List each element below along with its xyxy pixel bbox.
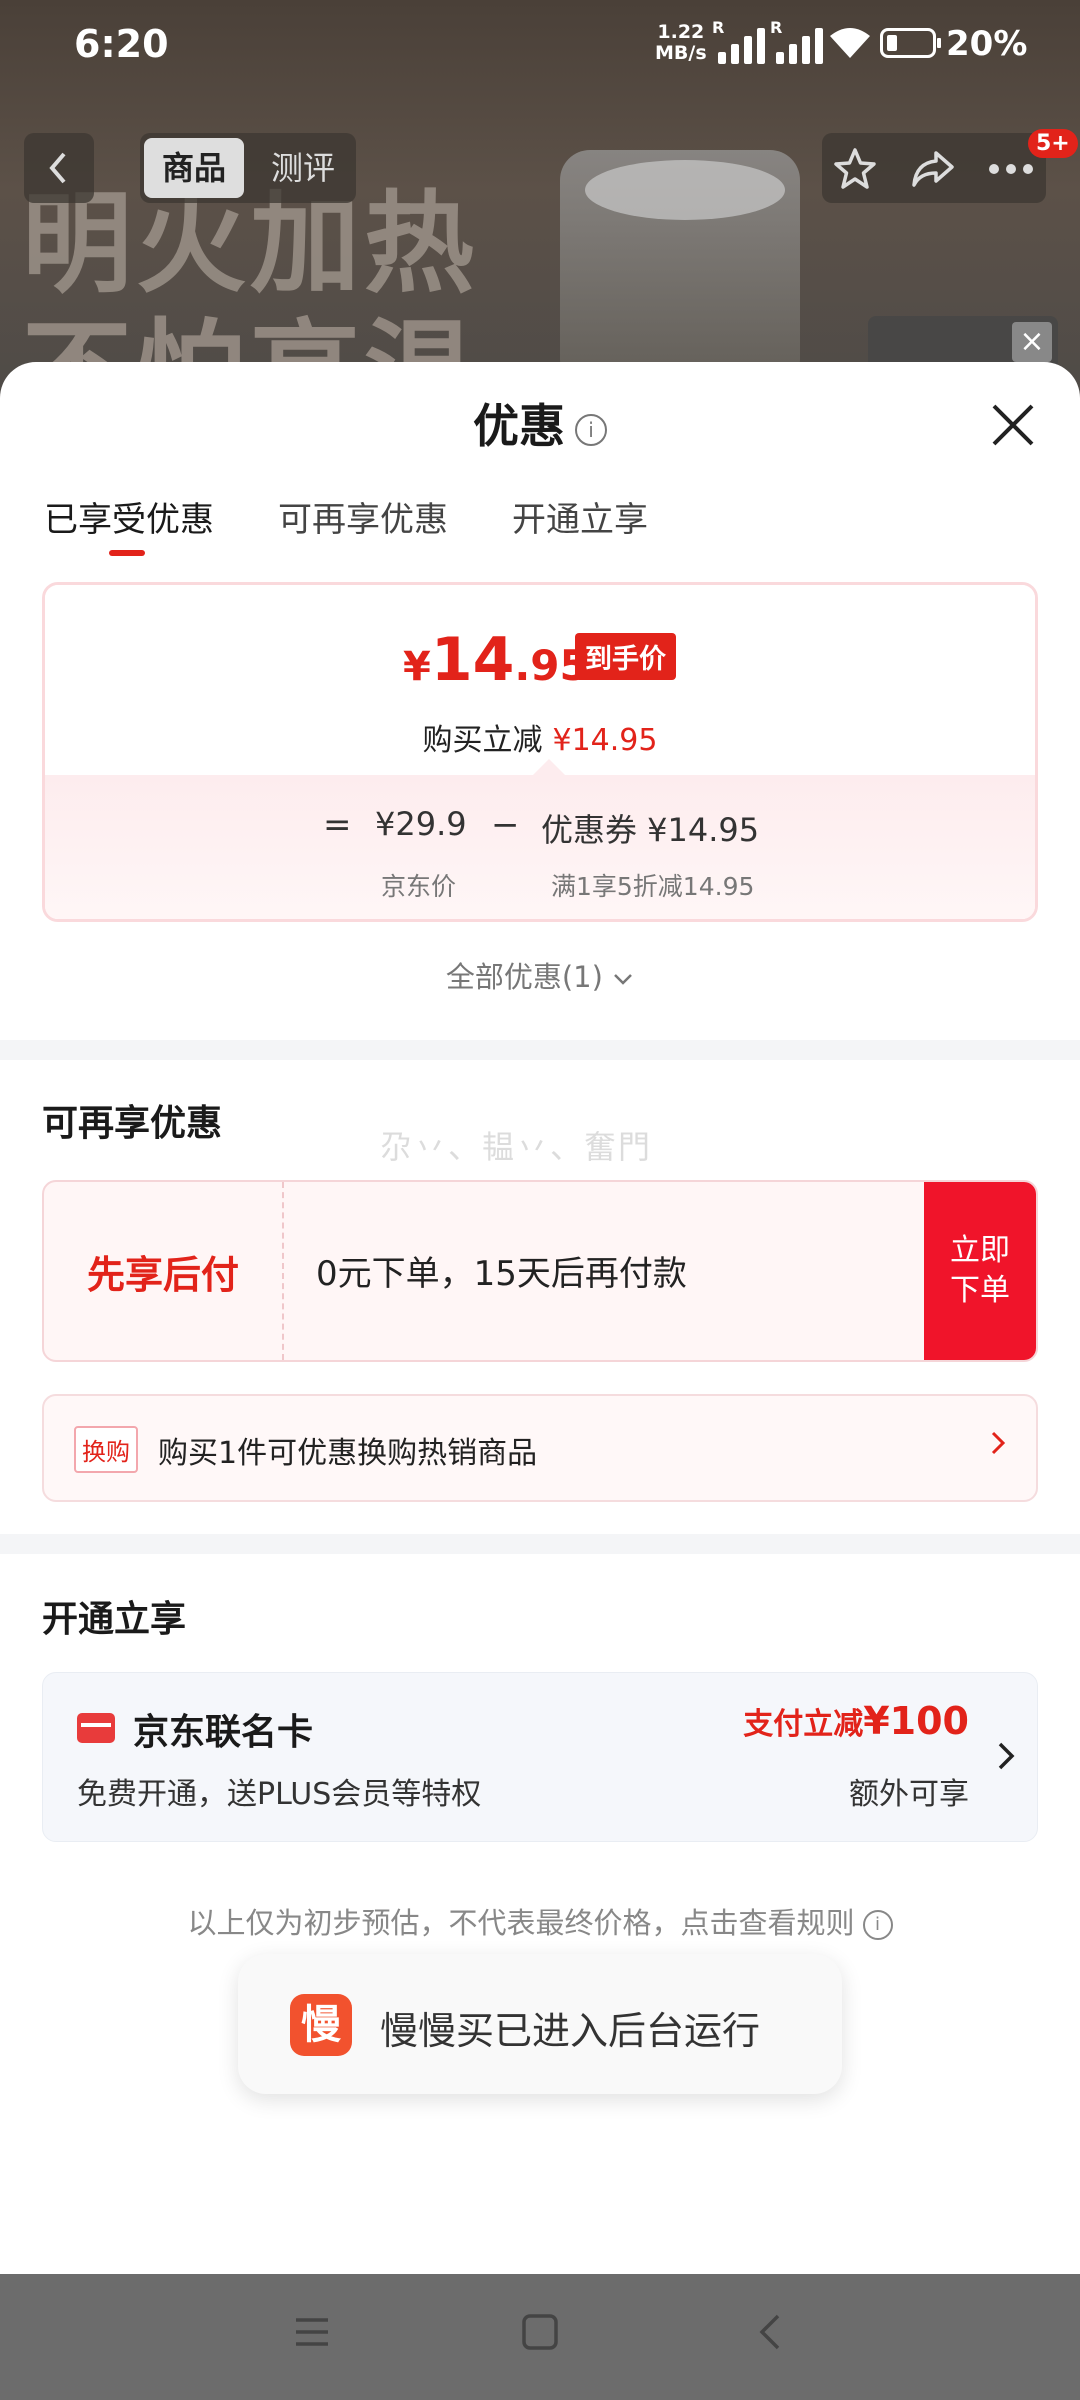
star-icon[interactable] (832, 147, 878, 191)
reduction-label: 购买立减 (422, 723, 543, 758)
price-summary: ¥14.95 到手价 购买立减 ¥14.95 (45, 585, 1035, 775)
tab-goods[interactable]: 商品 (144, 138, 244, 198)
final-price-tag: 到手价 (575, 633, 676, 680)
app-icon: 慢 (290, 1994, 352, 2056)
close-icon[interactable]: × (1012, 322, 1052, 362)
order-now-button[interactable]: 立即下单 (924, 1182, 1036, 1360)
battery-icon (880, 28, 941, 58)
system-nav-bar (0, 2274, 1080, 2400)
chevron-right-icon (998, 1742, 1015, 1770)
info-icon[interactable]: i (575, 413, 607, 446)
network-speed-unit: MB/s (655, 42, 707, 64)
open-benefits-title: 开通立享 (42, 1599, 187, 1640)
cobrand-card[interactable]: 京东联名卡 免费开通，送PLUS会员等特权 支付立减¥100 额外可享 (42, 1672, 1038, 1842)
trade-in-card[interactable]: 换购 购买1件可优惠换购热销商品 (42, 1394, 1038, 1502)
discount-sheet: 优惠 i 已享受优惠 可再享优惠 开通立享 ¥14.95 到手价 购买立减 ¥14.… (0, 362, 1080, 2274)
chevron-right-icon (991, 1431, 1006, 1455)
tab-more-discounts[interactable]: 可再享优惠 (278, 492, 448, 541)
cobrand-card-desc: 免费开通，送PLUS会员等特权 (77, 1777, 482, 1812)
back-button[interactable] (24, 133, 94, 203)
menu-icon[interactable] (292, 2312, 332, 2352)
jd-price-label: 京东价 (381, 872, 457, 901)
toast-message: 慢慢买已进入后台运行 (380, 2009, 761, 2053)
all-discounts-toggle[interactable]: 全部优惠(1) (0, 954, 1080, 996)
tab-open-benefits[interactable]: 开通立享 (512, 492, 648, 541)
signal-icon-sim1 (718, 24, 765, 64)
background-toast: 慢 慢慢买已进入后台运行 (238, 1954, 842, 2094)
home-icon[interactable] (520, 2312, 560, 2352)
battery-percent: 20% (946, 24, 1028, 64)
close-icon[interactable] (990, 402, 1036, 448)
tab-enjoyed-discounts[interactable]: 已享受优惠 (44, 492, 214, 556)
cobrand-card-extra: 额外可享 (849, 1777, 969, 1812)
coupon-rule-label: 满1享5折减14.95 (551, 872, 755, 901)
back-icon[interactable] (752, 2312, 792, 2352)
minus-sign: − (491, 805, 520, 845)
pay-later-card[interactable]: 先享后付 0元下单，15天后再付款 立即下单 (42, 1180, 1038, 1362)
info-icon: i (862, 1910, 893, 1940)
product-top-nav: 商品 测评 5+ (0, 129, 1080, 205)
sheet-title-text: 优惠 (473, 399, 565, 453)
network-speed-value: 1.22 (657, 21, 705, 43)
network-speed: 1.22 MB/s (655, 22, 707, 64)
wifi-icon (828, 26, 872, 64)
discount-tabs: 已享受优惠 可再享优惠 开通立享 (44, 492, 648, 556)
pay-later-desc: 0元下单，15天后再付款 (316, 1254, 687, 1294)
watermark-text: 尕丷、韫丷、奮門 (380, 1128, 653, 1166)
price-currency: ¥ (403, 644, 431, 690)
trade-in-text: 购买1件可优惠换购热销商品 (158, 1436, 538, 1471)
chevron-left-icon (49, 152, 66, 184)
reduction-value: ¥14.95 (552, 723, 658, 758)
more-icon[interactable] (986, 147, 1036, 191)
equals-sign: = (323, 805, 352, 845)
notification-badge: 5+ (1028, 129, 1078, 158)
jd-price: ¥29.9 (375, 805, 467, 843)
more-discounts-title: 可再享优惠 (42, 1103, 223, 1144)
cobrand-card-name: 京东联名卡 (133, 1712, 314, 1753)
credit-card-icon (77, 1713, 115, 1743)
share-icon[interactable] (910, 147, 956, 191)
price-card: ¥14.95 到手价 购买立减 ¥14.95 = ¥29.9 − 优惠券 ¥14.… (42, 582, 1038, 922)
status-time: 6:20 (74, 22, 169, 66)
section-divider (0, 1040, 1080, 1060)
product-actions (822, 133, 1046, 203)
disclaimer-text: 以上仅为初步预估，不代表最终价格，点击查看规则 (187, 1906, 855, 1940)
sim1-roaming-label: R (712, 18, 725, 37)
chevron-down-icon (614, 974, 633, 985)
status-bar: 6:20 1.22 MB/s R R 20% (0, 0, 1080, 90)
price-breakdown: = ¥29.9 − 优惠券 ¥14.95 京东价 满1享5折减14.95 (45, 759, 1035, 919)
coupon-value: 优惠券 ¥14.95 (541, 811, 760, 849)
disclaimer[interactable]: 以上仅为初步预估，不代表最终价格，点击查看规则 i (0, 1900, 1080, 1942)
pay-later-label: 先享后付 (44, 1182, 284, 1360)
price-integer: 14 (430, 625, 515, 695)
signal-icon-sim2 (776, 24, 823, 64)
tab-reviews[interactable]: 测评 (258, 138, 348, 198)
all-discounts-label: 全部优惠(1) (445, 960, 603, 994)
benefit-value: ¥100 (863, 1699, 969, 1743)
section-divider (0, 1534, 1080, 1554)
benefit-prefix: 支付立减 (743, 1707, 864, 1742)
sheet-title: 优惠 i (0, 390, 1080, 456)
cobrand-card-benefit: 支付立减¥100 (743, 1699, 969, 1743)
final-price: ¥14.95 (403, 625, 589, 695)
trade-in-tag: 换购 (74, 1426, 138, 1473)
instant-reduction: 购买立减 ¥14.95 (45, 715, 1035, 759)
sim2-roaming-label: R (770, 18, 783, 37)
product-tab-switch: 商品 测评 (140, 133, 356, 203)
